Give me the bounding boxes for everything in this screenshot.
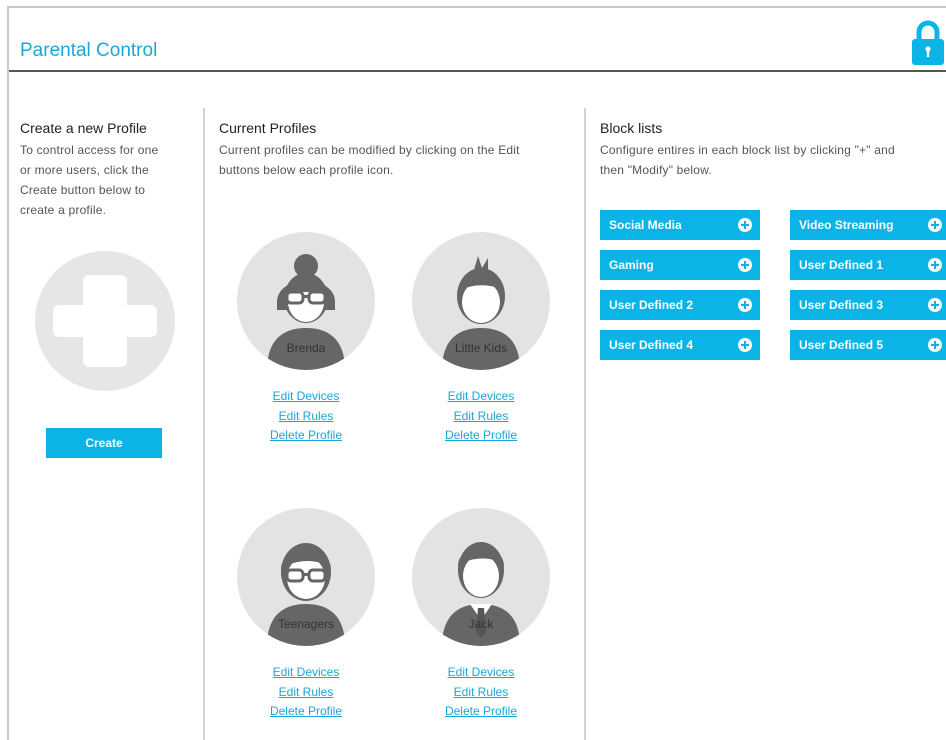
edit-rules-link[interactable]: Edit Rules: [411, 407, 551, 427]
page-header: Parental Control: [9, 8, 946, 72]
current-profiles-title: Current Profiles: [219, 120, 317, 136]
desc-line: Create button below to: [20, 183, 146, 197]
profile-card-jack: Jack Edit Devices Edit Rules Delete Prof…: [411, 508, 551, 722]
column-divider: [203, 108, 205, 740]
profile-links: Edit Devices Edit Rules Delete Profile: [411, 387, 551, 446]
blocklist-user-defined-3[interactable]: User Defined 3: [790, 290, 946, 320]
blocklist-label: Video Streaming: [799, 218, 894, 232]
blocklist-gaming[interactable]: Gaming: [600, 250, 760, 280]
desc-line: buttons below each profile icon.: [219, 163, 394, 177]
blocklist-user-defined-2[interactable]: User Defined 2: [600, 290, 760, 320]
plus-circle-icon[interactable]: [738, 298, 752, 312]
profile-card-brenda: Brenda Edit Devices Edit Rules Delete Pr…: [236, 232, 376, 446]
plus-circle-icon[interactable]: [928, 258, 942, 272]
profile-card-little-kids: Little Kids Edit Devices Edit Rules Dele…: [411, 232, 551, 446]
profile-name: Jack: [468, 617, 494, 631]
block-lists-title: Block lists: [600, 120, 663, 136]
profile-links: Edit Devices Edit Rules Delete Profile: [411, 663, 551, 722]
desc-line: Current profiles can be modified by clic…: [219, 143, 520, 157]
create-button[interactable]: Create: [46, 428, 162, 458]
create-profile-title: Create a new Profile: [20, 120, 147, 136]
blocklist-label: User Defined 3: [799, 298, 884, 312]
plus-circle-icon[interactable]: [738, 218, 752, 232]
plus-circle-icon[interactable]: [928, 338, 942, 352]
profile-links: Edit Devices Edit Rules Delete Profile: [236, 663, 376, 722]
blocklist-label: User Defined 5: [799, 338, 884, 352]
blocklist-label: Gaming: [609, 258, 654, 272]
plus-circle-icon[interactable]: [928, 298, 942, 312]
desc-line: then "Modify" below.: [600, 163, 712, 177]
edit-rules-link[interactable]: Edit Rules: [236, 683, 376, 703]
profile-name: Teenagers: [277, 617, 335, 631]
plus-circle-icon[interactable]: [928, 218, 942, 232]
blocklist-user-defined-5[interactable]: User Defined 5: [790, 330, 946, 360]
plus-icon: [53, 275, 157, 367]
woman-glasses-icon[interactable]: Brenda: [237, 232, 375, 370]
lock-icon[interactable]: [911, 20, 945, 66]
desc-line: To control access for one: [20, 143, 159, 157]
profile-name: Brenda: [286, 341, 326, 355]
edit-rules-link[interactable]: Edit Rules: [236, 407, 376, 427]
parental-control-panel: Parental Control Create a new Profile To…: [7, 6, 946, 740]
blocklist-user-defined-4[interactable]: User Defined 4: [600, 330, 760, 360]
delete-profile-link[interactable]: Delete Profile: [411, 426, 551, 446]
profile-links: Edit Devices Edit Rules Delete Profile: [236, 387, 376, 446]
block-lists-description: Configure entires in each block list by …: [600, 140, 945, 180]
teen-glasses-icon[interactable]: Teenagers: [237, 508, 375, 646]
add-profile-icon[interactable]: [35, 251, 175, 391]
edit-devices-link[interactable]: Edit Devices: [411, 387, 551, 407]
blocklist-video-streaming[interactable]: Video Streaming: [790, 210, 946, 240]
blocklist-user-defined-1[interactable]: User Defined 1: [790, 250, 946, 280]
edit-rules-link[interactable]: Edit Rules: [411, 683, 551, 703]
blocklist-label: User Defined 4: [609, 338, 694, 352]
blocklist-label: User Defined 2: [609, 298, 694, 312]
desc-line: or more users, click the: [20, 163, 149, 177]
desc-line: Configure entires in each block list by …: [600, 143, 895, 157]
blocklist-social-media[interactable]: Social Media: [600, 210, 760, 240]
blocklist-label: User Defined 1: [799, 258, 884, 272]
profile-name: Little Kids: [454, 341, 508, 355]
edit-devices-link[interactable]: Edit Devices: [236, 663, 376, 683]
plus-circle-icon[interactable]: [738, 258, 752, 272]
profile-card-teenagers: Teenagers Edit Devices Edit Rules Delete…: [236, 508, 376, 722]
column-divider: [584, 108, 586, 740]
delete-profile-link[interactable]: Delete Profile: [411, 702, 551, 722]
delete-profile-link[interactable]: Delete Profile: [236, 702, 376, 722]
block-lists-section: Block lists Configure entires in each bl…: [600, 108, 945, 180]
page-title: Parental Control: [20, 40, 158, 61]
current-profiles-description: Current profiles can be modified by clic…: [219, 140, 589, 180]
desc-line: create a profile.: [20, 203, 107, 217]
create-profile-description: To control access for one or more users,…: [20, 140, 200, 220]
delete-profile-link[interactable]: Delete Profile: [236, 426, 376, 446]
current-profiles-section: Current Profiles Current profiles can be…: [219, 108, 589, 180]
edit-devices-link[interactable]: Edit Devices: [411, 663, 551, 683]
plus-circle-icon[interactable]: [738, 338, 752, 352]
blocklist-label: Social Media: [609, 218, 682, 232]
man-tie-icon[interactable]: Jack: [412, 508, 550, 646]
child-icon[interactable]: Little Kids: [412, 232, 550, 370]
edit-devices-link[interactable]: Edit Devices: [236, 387, 376, 407]
create-profile-section: Create a new Profile To control access f…: [20, 108, 200, 220]
